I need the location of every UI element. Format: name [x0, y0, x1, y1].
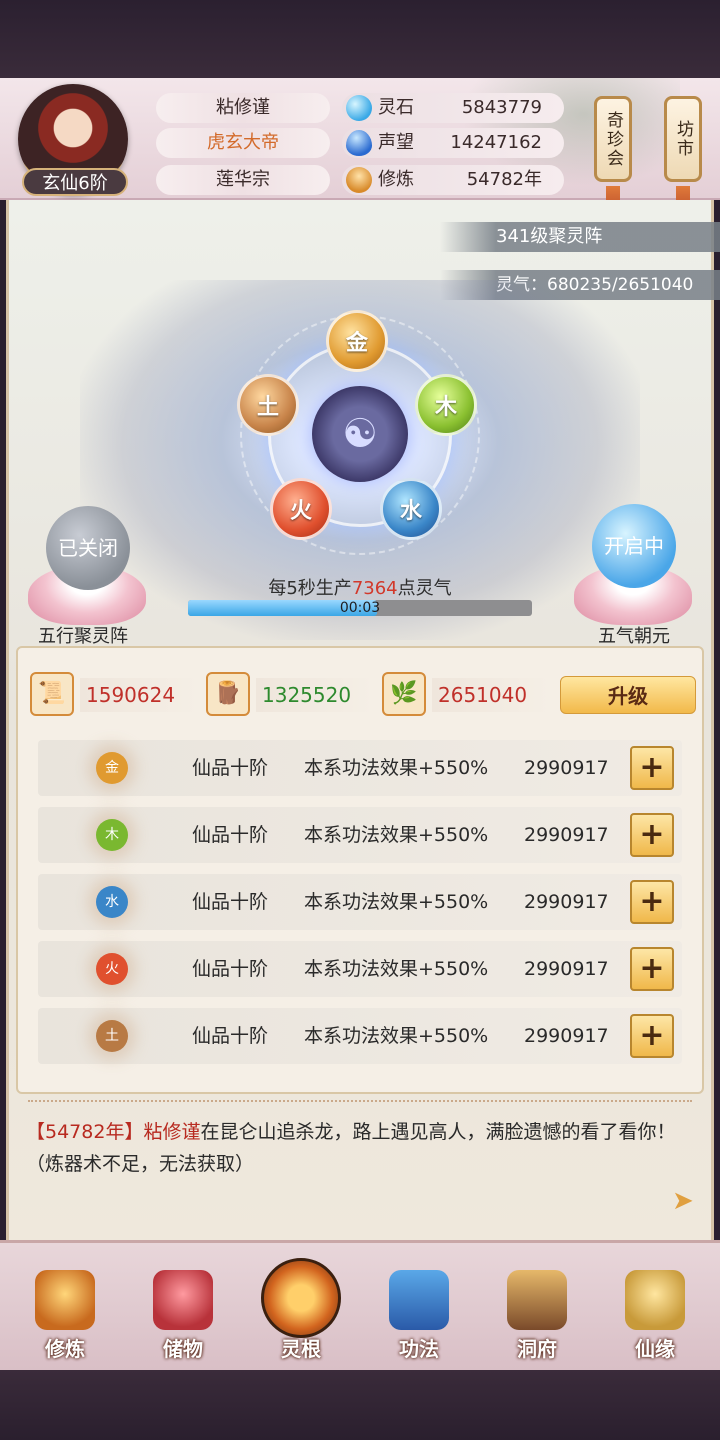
nav-fortune[interactable]: 仙缘 — [610, 1262, 700, 1362]
cultivation-row: 修炼 54782年 — [342, 165, 564, 195]
five-element-array-toggle[interactable]: 已关闭 — [46, 506, 130, 590]
gold-element-icon: 金 — [96, 752, 128, 784]
reputation-icon — [346, 130, 372, 156]
fortune-gourd-icon — [625, 1270, 685, 1330]
log-divider — [28, 1100, 692, 1110]
spirit-root-icon — [261, 1258, 341, 1338]
cost-item-herb: 🌿 2651040 — [382, 672, 552, 718]
event-log: 【54782年】粘修谨在昆仑山追杀龙，路上遇见高人，满脸遗憾的看了看你！（炼器术… — [26, 1121, 676, 1175]
element-row-water: 水 仙品十阶 本系功法效果+550% 2990917 + — [38, 874, 682, 930]
nav-cultivate[interactable]: 修炼 — [20, 1262, 110, 1362]
wood-plank-icon: 🪵 — [206, 672, 250, 716]
element-row-wood: 木 仙品十阶 本系功法效果+550% 2990917 + — [38, 807, 682, 863]
element-gold-orb[interactable]: 金 — [326, 310, 388, 372]
treasure-fair-button[interactable]: 奇珍会 — [594, 96, 632, 182]
water-element-icon: 水 — [96, 886, 128, 918]
reputation-row: 声望 14247162 — [342, 128, 564, 158]
element-water-orb[interactable]: 水 — [380, 478, 442, 540]
upgrade-button[interactable]: 升级 — [560, 676, 696, 714]
next-arrow-icon[interactable]: ➤ — [672, 1186, 694, 1216]
taiji-icon[interactable]: ☯ — [312, 386, 408, 482]
scroll-icon: 📜 — [30, 672, 74, 716]
player-title[interactable]: 虎玄大帝 — [156, 128, 330, 158]
status-bar-area — [0, 0, 720, 78]
meditation-icon — [346, 167, 372, 193]
player-sect[interactable]: 莲华宗 — [156, 165, 330, 195]
rank-badge: 玄仙6阶 — [22, 168, 128, 196]
spirit-stone-icon — [346, 95, 372, 121]
element-fire-orb[interactable]: 火 — [270, 478, 332, 540]
fire-element-icon: 火 — [96, 953, 128, 985]
progress-timer: 00:03 — [339, 600, 381, 616]
element-row-gold: 金 仙品十阶 本系功法效果+550% 2990917 + — [38, 740, 682, 796]
production-progress-bar: 00:03 — [188, 600, 532, 616]
bottom-base — [0, 1370, 720, 1440]
storage-bag-icon — [153, 1270, 213, 1330]
earth-element-icon: 土 — [96, 1020, 128, 1052]
element-earth-orb[interactable]: 土 — [237, 374, 299, 436]
herb-icon: 🌿 — [382, 672, 426, 716]
array-level-banner: 341级聚灵阵 — [440, 222, 720, 252]
cultivate-icon — [35, 1270, 95, 1330]
production-rate: 每5秒生产7364点灵气 — [268, 578, 452, 599]
player-name: 粘修谨 — [156, 93, 330, 123]
technique-book-icon — [389, 1270, 449, 1330]
nav-storage[interactable]: 储物 — [138, 1262, 228, 1362]
nav-spirit-root[interactable]: 灵根 — [256, 1258, 346, 1362]
nav-techniques[interactable]: 功法 — [374, 1262, 464, 1362]
cave-abode-icon — [507, 1270, 567, 1330]
five-qi-toggle[interactable]: 开启中 — [592, 504, 676, 588]
spirit-stone-row: 灵石 5843779 — [342, 93, 564, 123]
add-water-button[interactable]: + — [630, 880, 674, 924]
add-earth-button[interactable]: + — [630, 1014, 674, 1058]
nav-cave-abode[interactable]: 洞府 — [492, 1262, 582, 1362]
five-element-array-label: 五行聚灵阵 — [38, 626, 128, 647]
element-row-earth: 土 仙品十阶 本系功法效果+550% 2990917 + — [38, 1008, 682, 1064]
add-wood-button[interactable]: + — [630, 813, 674, 857]
market-button[interactable]: 坊市 — [664, 96, 702, 182]
add-fire-button[interactable]: + — [630, 947, 674, 991]
cost-item-wood: 🪵 1325520 — [206, 672, 376, 718]
element-row-fire: 火 仙品十阶 本系功法效果+550% 2990917 + — [38, 941, 682, 997]
add-gold-button[interactable]: + — [630, 746, 674, 790]
five-qi-label: 五气朝元 — [598, 626, 670, 647]
cost-item-scroll: 📜 1590624 — [30, 672, 200, 718]
element-wood-orb[interactable]: 木 — [415, 374, 477, 436]
wood-element-icon: 木 — [96, 819, 128, 851]
